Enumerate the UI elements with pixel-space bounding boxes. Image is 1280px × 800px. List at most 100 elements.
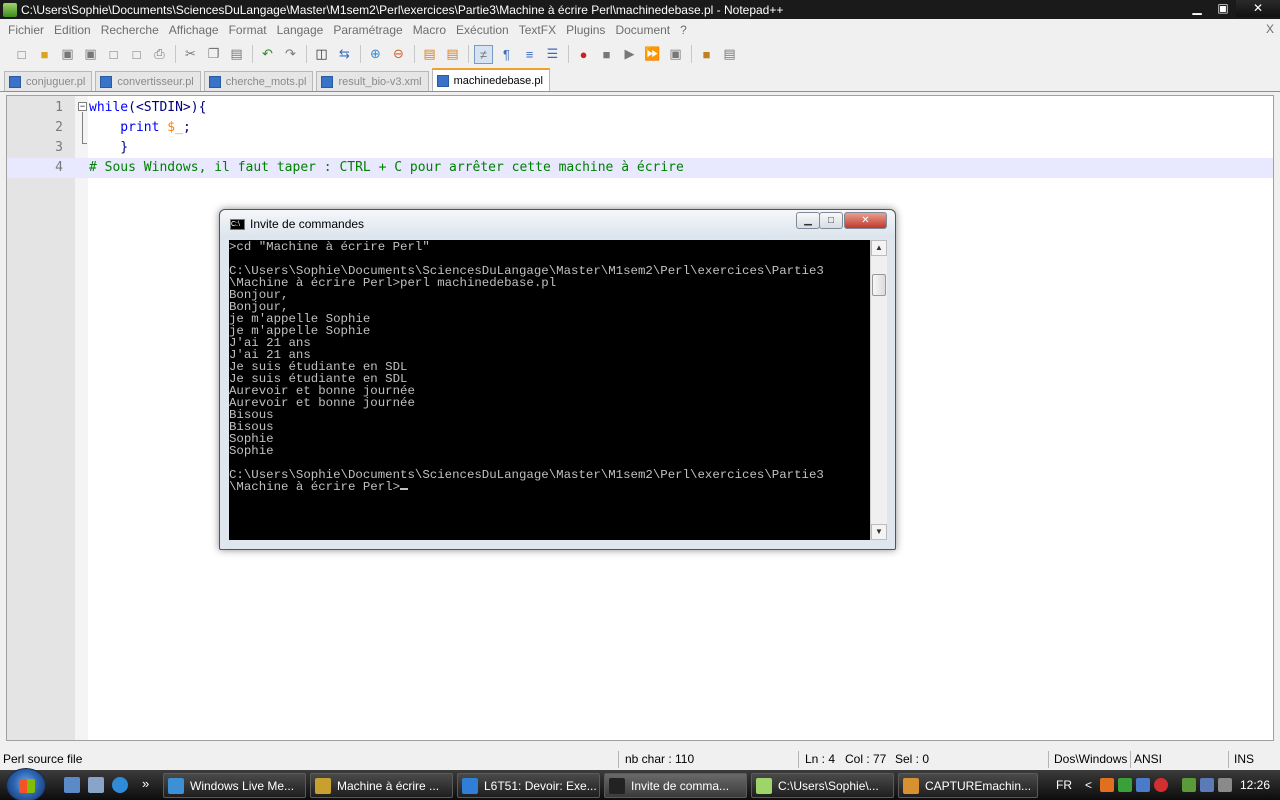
- status-column: Col : 77: [845, 752, 887, 766]
- cmd-title: Invite de commandes: [250, 217, 365, 231]
- save-all-icon[interactable]: ▣: [81, 45, 100, 64]
- maximize-button[interactable]: ▣: [1210, 0, 1236, 17]
- trim-icon[interactable]: ■: [697, 45, 716, 64]
- redo-icon[interactable]: ↷: [281, 45, 300, 64]
- sync-horizontal-icon[interactable]: ▤: [443, 45, 462, 64]
- tab-convertisseur[interactable]: convertisseur.pl: [95, 71, 201, 91]
- wrap-icon[interactable]: ≠: [474, 44, 493, 64]
- save-icon[interactable]: ▣: [58, 45, 77, 64]
- launch-icon[interactable]: ▤: [720, 45, 739, 64]
- menu-textfx[interactable]: TextFX: [514, 23, 561, 37]
- stop-macro-icon[interactable]: ■: [597, 45, 616, 64]
- scroll-thumb[interactable]: [872, 274, 886, 296]
- undo-icon[interactable]: ↶: [258, 45, 277, 64]
- volume-icon[interactable]: [1218, 778, 1232, 792]
- close-icon[interactable]: □: [104, 45, 123, 64]
- save-macro-icon[interactable]: ▣: [666, 45, 685, 64]
- task-app-icon: [756, 777, 772, 794]
- file-icon: [9, 75, 21, 88]
- menu-macro[interactable]: Macro: [408, 23, 451, 37]
- tray-sync-icon[interactable]: [1136, 778, 1150, 792]
- code-line[interactable]: 1 while(<STDIN>){: [7, 98, 1273, 118]
- code-line[interactable]: 3 }: [7, 138, 1273, 158]
- run-macro-multiple-icon[interactable]: ⏩: [643, 45, 662, 64]
- taskbar-button[interactable]: L6T51: Devoir: Exe...: [457, 773, 600, 798]
- cut-icon[interactable]: ✂: [181, 45, 200, 64]
- close-button[interactable]: ✕: [1236, 0, 1280, 17]
- status-file-type: Perl source file: [3, 752, 83, 766]
- taskbar-button[interactable]: Windows Live Me...: [163, 773, 306, 798]
- code-line[interactable]: 4 # Sous Windows, il faut taper : CTRL + …: [7, 158, 1273, 178]
- close-all-icon[interactable]: □: [127, 45, 146, 64]
- tab-machinedebase[interactable]: machinedebase.pl: [431, 68, 550, 91]
- menu-document[interactable]: Document: [610, 23, 675, 37]
- close-document-button[interactable]: X: [1266, 22, 1274, 36]
- code-text: print $_;: [89, 118, 190, 138]
- replace-icon[interactable]: ⇆: [335, 45, 354, 64]
- taskbar-button[interactable]: Machine à écrire ...: [310, 773, 453, 798]
- fold-icon[interactable]: ☰: [543, 45, 562, 64]
- file-icon: [208, 75, 221, 88]
- show-desktop-icon[interactable]: [64, 777, 80, 793]
- tray-app-icon[interactable]: [1100, 778, 1114, 792]
- tray-expand-icon[interactable]: <: [1085, 770, 1092, 800]
- record-macro-icon[interactable]: ●: [574, 45, 593, 64]
- fold-toggle[interactable]: −: [78, 102, 87, 111]
- taskbar-button[interactable]: CAPTUREmachin...: [898, 773, 1038, 798]
- sync-vertical-icon[interactable]: ▤: [420, 45, 439, 64]
- tab-result-bio[interactable]: result_bio-v3.xml: [316, 71, 429, 91]
- menu-fichier[interactable]: Fichier: [3, 23, 49, 37]
- show-all-chars-icon[interactable]: ¶: [497, 45, 516, 64]
- cmd-scrollbar[interactable]: ▲ ▼: [870, 240, 887, 540]
- tab-cherche-mots[interactable]: cherche_mots.pl: [203, 71, 314, 91]
- command-prompt-window[interactable]: C:\ Invite de commandes ▁ □ ✕ >cd "Machi…: [219, 209, 896, 550]
- cmd-minimize-button[interactable]: ▁: [796, 212, 820, 229]
- code-line[interactable]: 2 print $_;: [7, 118, 1273, 138]
- network-icon[interactable]: [1200, 778, 1214, 792]
- cmd-console[interactable]: >cd "Machine à écrire Perl" C:\Users\Soph…: [229, 240, 870, 540]
- menu-edition[interactable]: Edition: [49, 23, 96, 37]
- scroll-down-arrow[interactable]: ▼: [871, 524, 887, 540]
- taskbar-button[interactable]: C:\Users\Sophie\...: [751, 773, 894, 798]
- copy-icon[interactable]: ❐: [204, 45, 223, 64]
- cmd-maximize-button[interactable]: □: [819, 212, 843, 229]
- open-file-icon[interactable]: ■: [35, 45, 54, 64]
- menu-plugins[interactable]: Plugins: [561, 23, 610, 37]
- play-macro-icon[interactable]: ▶: [620, 45, 639, 64]
- new-file-icon[interactable]: □: [12, 45, 31, 64]
- start-button[interactable]: [6, 768, 46, 800]
- switch-windows-icon[interactable]: [88, 777, 104, 793]
- tray-messenger-icon[interactable]: [1118, 778, 1132, 792]
- menu-parametrage[interactable]: Paramétrage: [328, 23, 407, 37]
- status-selection: Sel : 0: [895, 752, 930, 766]
- quicklaunch-more-icon[interactable]: »: [142, 776, 149, 791]
- language-indicator[interactable]: FR: [1056, 770, 1072, 800]
- zoom-out-icon[interactable]: ⊖: [389, 45, 408, 64]
- tab-label: result_bio-v3.xml: [338, 75, 422, 88]
- menu-execution[interactable]: Exécution: [451, 23, 514, 37]
- zoom-in-icon[interactable]: ⊕: [366, 45, 385, 64]
- menu-format[interactable]: Format: [224, 23, 272, 37]
- line-number: 1: [55, 100, 63, 115]
- menu-help[interactable]: ?: [675, 23, 692, 37]
- scroll-up-arrow[interactable]: ▲: [871, 240, 887, 256]
- tab-conjuguer[interactable]: conjuguer.pl: [4, 71, 93, 91]
- minimize-button[interactable]: ▁: [1184, 0, 1210, 17]
- cmd-close-button[interactable]: ✕: [844, 212, 887, 229]
- indent-guide-icon[interactable]: ≡: [520, 45, 539, 64]
- battery-icon[interactable]: [1182, 778, 1196, 792]
- status-separator: [1228, 751, 1229, 768]
- taskbar-button[interactable]: Invite de comma...: [604, 773, 747, 798]
- console-line: Bisous: [229, 421, 870, 433]
- print-icon[interactable]: ⎙: [150, 45, 169, 64]
- notepad-plus-plus-icon: [3, 2, 17, 17]
- menu-recherche[interactable]: Recherche: [96, 23, 164, 37]
- menu-langage[interactable]: Langage: [272, 23, 329, 37]
- paste-icon[interactable]: ▤: [227, 45, 246, 64]
- internet-explorer-icon[interactable]: [112, 777, 128, 793]
- find-icon[interactable]: ◫: [312, 45, 331, 64]
- menu-affichage[interactable]: Affichage: [164, 23, 224, 37]
- clock[interactable]: 12:26: [1240, 770, 1270, 800]
- tray-security-icon[interactable]: [1154, 778, 1168, 792]
- cmd-title-bar: C:\ Invite de commandes ▁ □ ✕: [220, 210, 895, 239]
